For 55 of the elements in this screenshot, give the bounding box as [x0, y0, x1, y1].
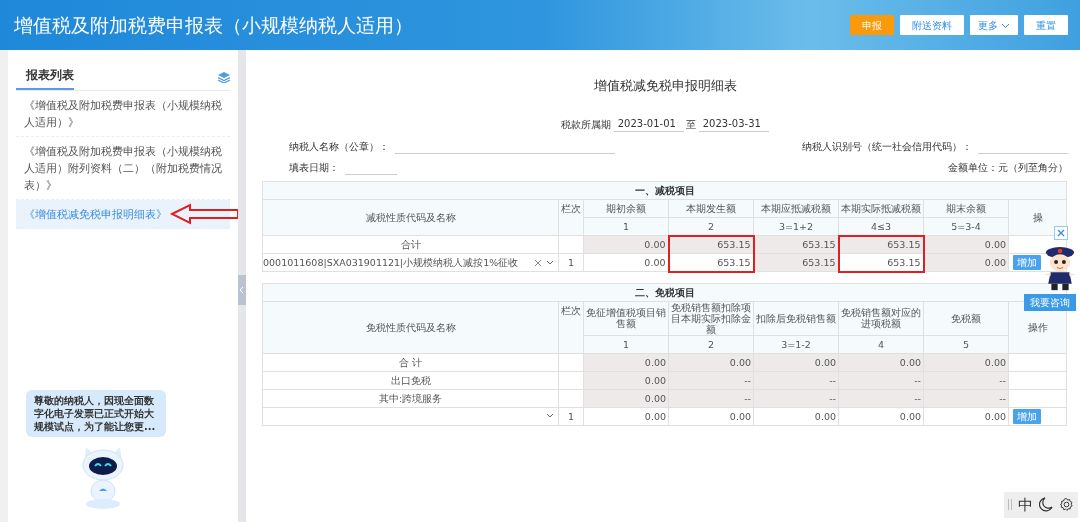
report-list-item[interactable]: 《增值税及附加税费申报表（小规模纳税人适用）》: [16, 91, 230, 137]
row-label: 其中:跨境服务: [262, 389, 559, 407]
column-header: 免税销售额对应的进项税额: [838, 301, 924, 335]
taxpayer-name-label: 纳税人名称（公章）：: [289, 140, 389, 154]
column-header: 免税销售额扣除项目本期实际扣除金额: [668, 301, 754, 335]
settings-icon[interactable]: [1059, 497, 1074, 513]
page-title: 增值税及附加税费申报表（小规模纳税人适用）: [14, 12, 414, 38]
row-label: 出口免税: [262, 371, 559, 389]
panel-title: 报表列表: [16, 50, 74, 90]
column-header: 免税性质代码及名称: [262, 301, 559, 353]
column-header: 免税额: [923, 301, 1009, 335]
period-separator: 至: [686, 118, 697, 132]
amount-cell[interactable]: 0.00: [668, 407, 754, 425]
fill-date-label: 填表日期：: [289, 161, 339, 175]
form-title: 增值税减免税申报明细表: [592, 77, 738, 95]
amount-cell[interactable]: 653.15: [838, 253, 924, 272]
close-button[interactable]: [1054, 226, 1068, 240]
header-button[interactable]: 重置: [1024, 15, 1068, 35]
tax-code-text: 0001011608|SXA031901121|小规模纳税人减按1%征收: [263, 257, 520, 268]
line-number: 1: [558, 253, 584, 272]
taxpayer-id-label: 纳税人识别号（统一社会信用代码）：: [802, 140, 972, 154]
line-number: 1: [558, 407, 584, 425]
period-label: 税款所属期: [561, 118, 612, 132]
column-header: 减税性质代码及名称: [262, 199, 559, 236]
amount-cell[interactable]: 0.00: [923, 407, 1009, 425]
assistant-message: 尊敬的纳税人，因现全面数字化电子发票已正式开始大规模试点，为了能让您更...: [26, 390, 166, 437]
close-icon: [1057, 229, 1065, 237]
more-dropdown[interactable]: 更多: [970, 15, 1018, 35]
amount-cell[interactable]: 0.00: [583, 407, 669, 425]
layers-icon[interactable]: [218, 72, 230, 83]
amount-cell[interactable]: 0.00: [753, 407, 839, 425]
total-label: 合 计: [262, 353, 559, 371]
amount-cell[interactable]: 0.00: [838, 407, 924, 425]
period-end-field[interactable]: 2023-03-31: [698, 116, 769, 132]
clear-icon[interactable]: [534, 258, 542, 267]
moon-icon[interactable]: [1039, 497, 1053, 513]
collapse-button[interactable]: [238, 275, 246, 305]
column-header: 扣除后免税销售额: [753, 301, 839, 335]
chevron-down-icon[interactable]: [546, 259, 554, 266]
chevron-down-icon: [1001, 22, 1010, 29]
grip-icon: [1008, 499, 1012, 511]
language-toggle[interactable]: 中: [1018, 493, 1033, 516]
pointer-arrow: [170, 203, 240, 225]
amount-cell: 653.15: [838, 235, 924, 254]
chevron-down-icon[interactable]: [546, 413, 554, 419]
chevron-left-icon: [239, 285, 245, 294]
section-title: 一、减税项目: [262, 181, 1067, 200]
total-label: 合计: [262, 235, 559, 254]
police-mascot-drawing: [1042, 246, 1078, 292]
amount-unit-label: 金额单位：元（列至角分）: [948, 161, 1068, 175]
amount-cell: 653.15: [668, 235, 754, 254]
column-header: 免征增值税项目销售额: [583, 301, 669, 335]
header-button[interactable]: 附送资料: [900, 15, 964, 35]
period-start-field[interactable]: 2023-01-01: [613, 116, 684, 132]
amount-cell[interactable]: 653.15: [668, 253, 754, 272]
